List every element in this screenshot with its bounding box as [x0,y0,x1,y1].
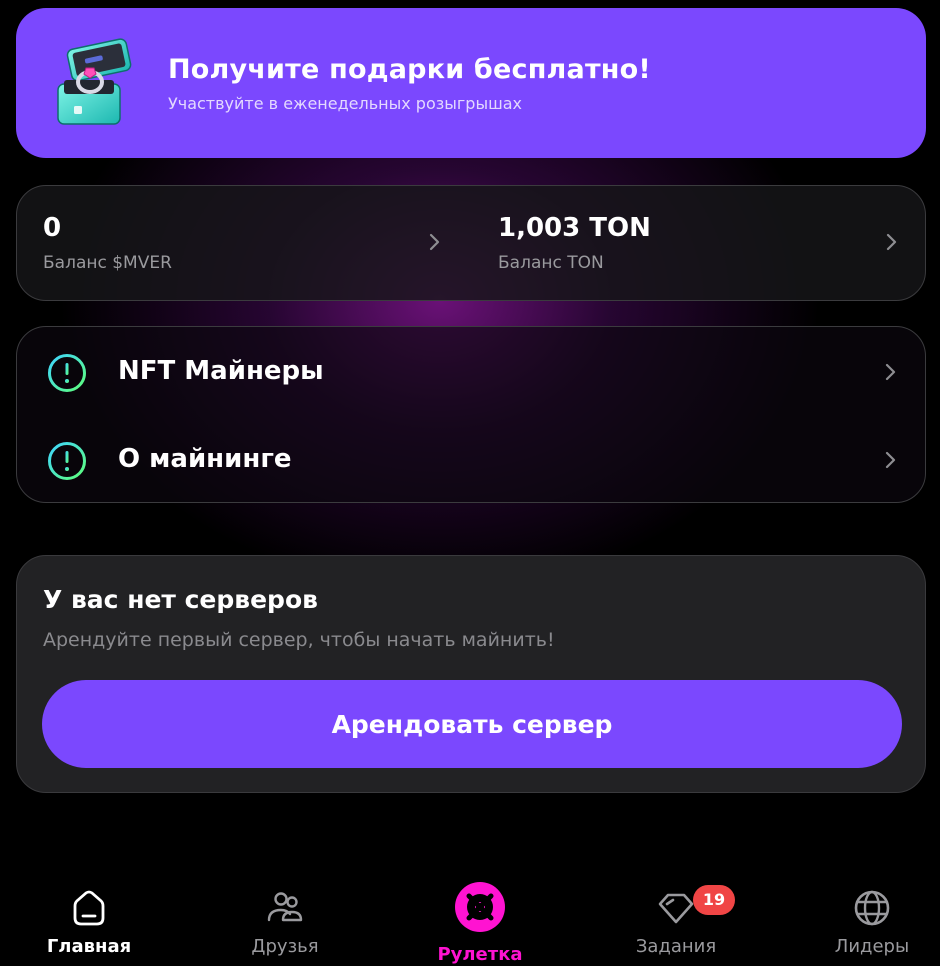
promo-subtitle: Участвуйте в еженедельных розыгрышах [168,94,522,113]
menu-item-label: NFT Майнеры [118,356,324,386]
home-icon [73,890,105,926]
nav-home-label: Главная [46,936,132,957]
servers-title: У вас нет серверов [43,585,318,614]
nav-leaders-label: Лидеры [834,936,910,957]
servers-description: Арендуйте первый сервер, чтобы начать ма… [43,629,555,651]
balances-card: 0 Баланс $MVER 1,003 TON Баланс TON [16,185,926,301]
info-icon [48,354,86,392]
balance-ton-value: 1,003 TON [498,213,651,243]
menu-item-nft-miners[interactable]: NFT Майнеры [17,327,925,415]
giveaway-banner[interactable]: Получите подарки бесплатно! Участвуйте в… [16,8,926,158]
balance-mver-label: Баланс $MVER [43,253,172,273]
bottom-nav: Главная Друзья Рулетка 19 Задания Лидеры [0,870,940,966]
servers-card: У вас нет серверов Арендуйте первый серв… [16,555,926,793]
gift-ring-box-icon [57,38,132,125]
balance-ton-label: Баланс TON [498,253,604,273]
nav-friends-label: Друзья [251,936,319,957]
nav-tasks[interactable]: 19 Задания [616,870,736,966]
balance-mver[interactable]: 0 Баланс $MVER [17,186,447,300]
friends-icon [267,892,303,922]
chevron-right-icon [886,233,897,251]
nav-friends[interactable]: Друзья [225,870,345,966]
tasks-badge: 19 [693,885,735,915]
nav-leaders[interactable]: Лидеры [812,870,932,966]
info-icon [48,442,86,480]
menu-item-label: О майнинге [118,444,292,474]
roulette-icon [455,882,505,932]
chevron-right-icon [885,363,896,381]
rent-server-button[interactable]: Арендовать сервер [42,680,902,768]
mining-menu: NFT Майнеры О майнинге [16,326,926,503]
globe-icon [854,890,890,926]
chevron-right-icon [429,233,440,251]
nav-roulette[interactable]: Рулетка [420,870,540,966]
promo-title: Получите подарки бесплатно! [168,54,651,85]
balance-ton[interactable]: 1,003 TON Баланс TON [472,186,902,300]
nav-roulette-label: Рулетка [437,944,523,965]
nav-tasks-label: Задания [635,936,717,957]
diamond-icon [658,893,694,924]
nav-home[interactable]: Главная [29,870,149,966]
balance-mver-value: 0 [43,213,62,243]
menu-item-about-mining[interactable]: О майнинге [17,415,925,503]
chevron-right-icon [885,451,896,469]
